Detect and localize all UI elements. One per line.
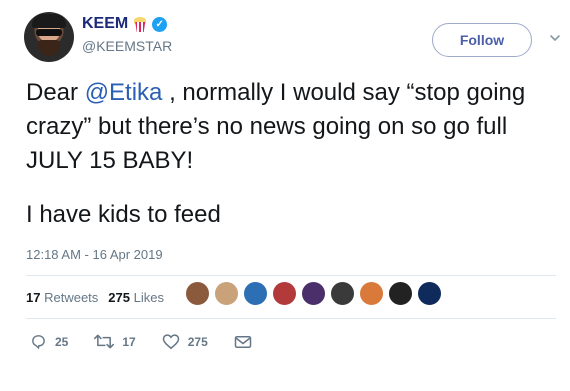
timestamp[interactable]: 12:18 AM - 16 Apr 2019 xyxy=(26,247,163,262)
avatar-cap xyxy=(32,14,66,28)
liker-avatar[interactable] xyxy=(358,280,385,307)
retweet-button[interactable]: 17 xyxy=(94,333,136,350)
avatar-glasses xyxy=(36,29,62,36)
like-count: 275 xyxy=(187,334,208,349)
likes-stat[interactable]: 275 Likes xyxy=(108,290,164,305)
tweet-card: KEEM ✓ @KEEMSTAR Follow Dear @Etika , no… xyxy=(0,0,570,391)
tweet-text-line2: I have kids to feed xyxy=(26,201,221,228)
heart-icon xyxy=(162,334,179,350)
avatar[interactable] xyxy=(24,12,74,62)
reply-button[interactable]: 25 xyxy=(30,333,68,350)
retweets-count: 17 xyxy=(26,290,41,305)
liker-avatar[interactable] xyxy=(387,280,414,307)
liker-avatar[interactable] xyxy=(271,280,298,307)
user-handle[interactable]: @KEEMSTAR xyxy=(82,38,172,54)
retweets-stat[interactable]: 17 Retweets xyxy=(26,290,98,305)
retweet-count: 17 xyxy=(122,334,136,349)
retweet-icon xyxy=(94,334,115,349)
retweets-label: Retweets xyxy=(44,290,99,305)
tweet-text: Dear @Etika , normally I would say “stop… xyxy=(26,76,556,178)
divider-bottom xyxy=(26,318,556,319)
liker-avatar[interactable] xyxy=(416,280,443,307)
reply-icon xyxy=(32,335,45,350)
likes-count: 275 xyxy=(108,290,130,305)
chevron-down-icon[interactable] xyxy=(549,32,561,44)
divider-top xyxy=(26,275,556,276)
liker-avatar[interactable] xyxy=(213,280,240,307)
display-name[interactable]: KEEM xyxy=(82,15,128,33)
avatar-beard xyxy=(38,40,60,56)
action-bar: 25 17 275 xyxy=(30,333,278,350)
engagement-stats: 17 Retweets 275 Likes xyxy=(26,290,164,305)
envelope-icon xyxy=(234,335,251,348)
verified-badge-icon: ✓ xyxy=(152,16,168,32)
like-button[interactable]: 275 xyxy=(162,333,208,350)
tweet-text-prefix: Dear xyxy=(26,79,85,106)
liker-avatars xyxy=(184,280,445,312)
liker-avatar[interactable] xyxy=(329,280,356,307)
likes-label: Likes xyxy=(133,290,164,305)
mention-link[interactable]: @Etika xyxy=(85,79,163,106)
liker-avatar[interactable] xyxy=(242,280,269,307)
liker-avatar[interactable] xyxy=(184,280,211,307)
name-row: KEEM ✓ xyxy=(82,15,168,33)
reply-count: 25 xyxy=(55,334,69,349)
liker-avatar[interactable] xyxy=(300,280,327,307)
follow-button[interactable]: Follow xyxy=(432,23,532,57)
popcorn-icon xyxy=(132,16,148,32)
direct-message-button[interactable] xyxy=(234,334,252,350)
